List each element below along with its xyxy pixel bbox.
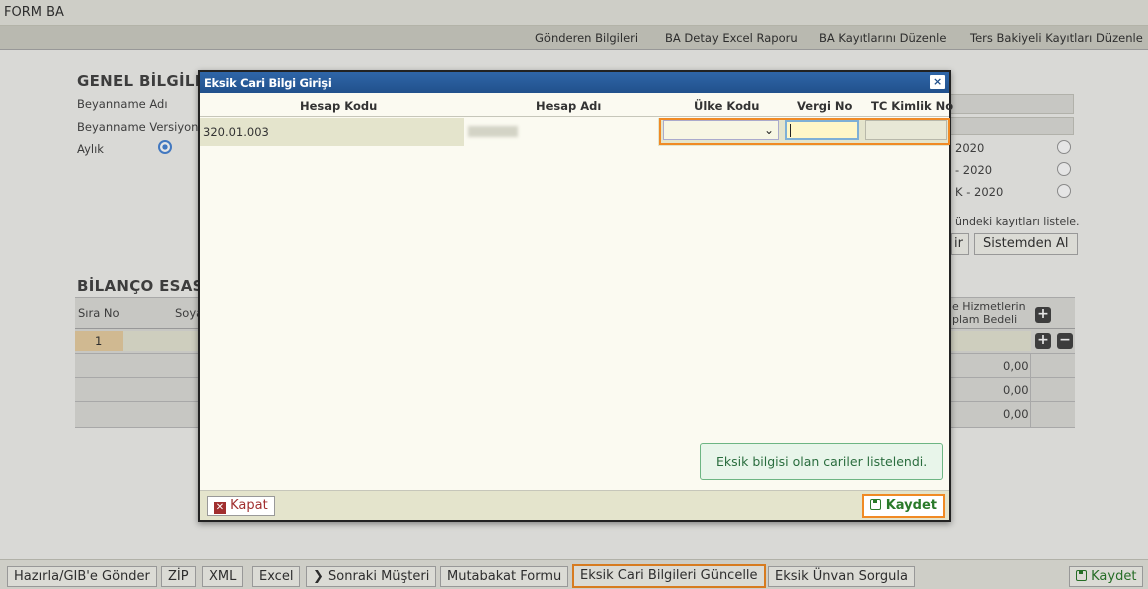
kapat-label: Kapat [230, 498, 268, 513]
col-hesap-kodu: Hesap Kodu [300, 99, 378, 113]
eksik-cari-modal: Eksik Cari Bilgi Girişi × Hesap Kodu Hes… [198, 70, 953, 522]
table-row: 320.01.003 ⌄ [200, 118, 950, 146]
col-hesap-adi: Hesap Adı [536, 99, 602, 113]
modal-kaydet-button[interactable]: Kaydet [862, 494, 945, 518]
save-icon [870, 499, 882, 510]
modal-title: Eksik Cari Bilgi Girişi [204, 76, 332, 90]
modal-header: Eksik Cari Bilgi Girişi × [200, 72, 949, 93]
success-toast: Eksik bilgisi olan cariler listelendi. [700, 443, 943, 480]
col-ulke-kodu: Ülke Kodu [694, 99, 760, 113]
tc-kimlik-no-input[interactable] [865, 120, 947, 140]
modal-column-header: Hesap Kodu Hesap Adı Ülke Kodu Vergi No … [200, 93, 953, 117]
close-icon[interactable]: × [930, 75, 945, 89]
modal-footer: ✕ Kapat Kaydet [200, 490, 949, 520]
cell-hesap-adi-redacted [468, 126, 518, 137]
modal-kaydet-label: Kaydet [885, 498, 937, 513]
close-box-icon: ✕ [214, 502, 226, 514]
kapat-button[interactable]: ✕ Kapat [207, 496, 275, 516]
vergi-no-input[interactable] [785, 120, 859, 140]
cell-hesap-kodu: 320.01.003 [203, 125, 269, 139]
col-vergi-no: Vergi No [797, 99, 853, 113]
chevron-down-icon: ⌄ [763, 123, 774, 137]
ulke-kodu-select[interactable]: ⌄ [663, 120, 779, 140]
text-caret [790, 124, 791, 137]
col-tc-kimlik-no: TC Kimlik No [871, 99, 954, 113]
form-ba-app: FORM BA Gönderen Bilgileri BA Detay Exce… [0, 0, 1148, 589]
